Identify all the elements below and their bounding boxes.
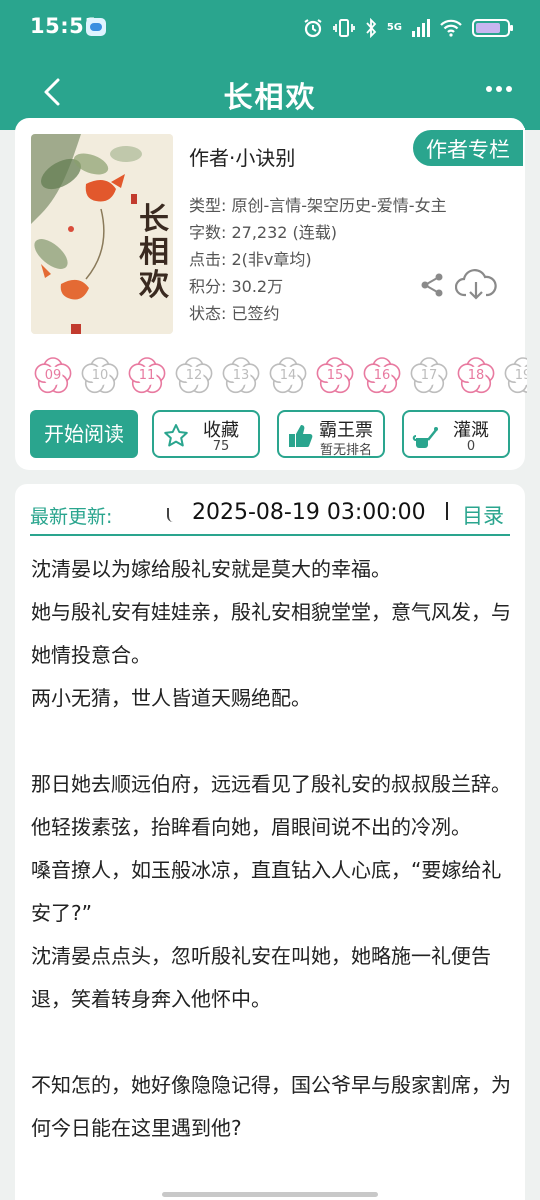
watering-can-icon: [412, 427, 438, 448]
star-icon: [164, 424, 188, 447]
alarm-icon: [304, 19, 322, 38]
book-cover[interactable]: 长 相 欢: [31, 134, 173, 334]
flower-14: 14: [268, 356, 308, 396]
home-indicator[interactable]: [162, 1192, 378, 1197]
flower-number: 13: [232, 368, 250, 383]
flower-rating-strip: 09 10 11 12 13 14 15 16 17 18 19: [33, 356, 527, 396]
latest-update-date: 2025-08-19 03:00:00: [192, 500, 426, 525]
svg-text:欢: 欢: [138, 268, 170, 303]
vibrate-icon: [332, 19, 355, 37]
cover-artwork: 长 相 欢: [31, 134, 173, 334]
flower-number: 16: [373, 368, 391, 383]
ticket-rank: 暂无排名: [319, 443, 372, 458]
flower-number: 12: [185, 368, 203, 383]
clock-tick-icon: [167, 508, 173, 522]
flower-16: 16: [362, 356, 402, 396]
flower-18: 18: [456, 356, 496, 396]
signal-icon: [412, 19, 430, 37]
flower-10: 10: [80, 356, 120, 396]
book-meta: 类型: 原创-言情-架空历史-爱情-女主 字数: 27,232 (连载) 点击:…: [189, 192, 447, 327]
status-icons: 5G: [303, 16, 513, 40]
page-title: 长相欢: [223, 80, 317, 114]
status-bar: 15:51 5G: [0, 0, 540, 56]
meta-word-count: 字数: 27,232 (连载): [189, 223, 338, 242]
paragraph: 两小无猜，世人皆道天赐绝配。: [31, 686, 311, 710]
water-button[interactable]: 灌溉 0: [402, 410, 510, 458]
flower-15: 15: [315, 356, 355, 396]
latest-update-row: 最新更新: 2025-08-19 03:00:00 目录: [30, 496, 510, 536]
chapter-content-card: 最新更新: 2025-08-19 03:00:00 目录 沈清晏以为嫁给殷礼安就…: [15, 484, 525, 1200]
start-reading-button[interactable]: 开始阅读: [30, 410, 138, 458]
divider: [446, 502, 448, 520]
paragraph: 沈清晏以为嫁给殷礼安就是莫大的幸福。: [31, 557, 391, 581]
paragraph: 沈清晏点点头，忽听殷礼安在叫她，她略施一礼便告退，笑着转身奔入他怀中。: [31, 944, 491, 1011]
latest-update-label: 最新更新:: [30, 506, 113, 528]
book-info-card: 长 相 欢 作者·小诀别 作者专栏 类型: 原创-言情-架空历史-爱情-女主 字…: [15, 118, 527, 470]
flower-number: 17: [420, 368, 438, 383]
wifi-icon: [440, 19, 462, 37]
share-button[interactable]: [419, 272, 445, 298]
flower-11: 11: [127, 356, 167, 396]
flower-19: 19: [503, 356, 527, 396]
battery-icon: [472, 19, 513, 37]
meta-status: 状态: 已签约: [189, 304, 280, 323]
flower-number: 10: [91, 368, 109, 383]
flower-09: 09: [33, 356, 73, 396]
meta-score: 积分: 30.2万: [189, 277, 284, 296]
thumbs-up-icon: [289, 425, 313, 447]
flower-number: 18: [467, 368, 485, 383]
svg-text:相: 相: [139, 235, 169, 270]
paragraph: 她与殷礼安有娃娃亲，殷礼安相貌堂堂，意气风发，与她情投意合。: [31, 600, 511, 667]
more-dots-icon: [486, 86, 492, 92]
more-button[interactable]: [486, 86, 512, 92]
favorite-button[interactable]: 收藏 75: [152, 410, 260, 458]
meta-genre: 类型: 原创-言情-架空历史-爱情-女主: [189, 196, 447, 215]
action-bar: 开始阅读 收藏 75 霸王票 暂无排名 灌溉 0: [30, 410, 510, 458]
flower-12: 12: [174, 356, 214, 396]
ticket-button[interactable]: 霸王票 暂无排名: [277, 410, 385, 458]
bluetooth-icon: [366, 18, 377, 38]
flower-13: 13: [221, 356, 261, 396]
favorite-count: 75: [212, 439, 230, 454]
author-name[interactable]: 作者·小诀别: [189, 142, 295, 171]
table-of-contents-link[interactable]: 目录: [462, 500, 504, 530]
author-column-button[interactable]: 作者专栏: [411, 128, 525, 168]
meta-clicks: 点击: 2(非v章均): [189, 250, 312, 269]
flower-17: 17: [409, 356, 449, 396]
cover-title-text: 长: [139, 202, 169, 237]
paragraph: 那日她去顺远伯府，远远看见了殷礼安的叔叔殷兰辞。他轻拨素弦，抬眸看向她，眉眼间说…: [31, 772, 511, 839]
paragraph: 不知怎的，她好像隐隐记得，国公爷早与殷家割席，为何今日能在这里遇到他?: [31, 1073, 511, 1140]
flower-number: 19: [514, 368, 527, 383]
flower-number: 11: [138, 368, 156, 383]
paragraph: 嗓音撩人，如玉般冰凉，直直钻入人心底，“要嫁给礼安了?”: [31, 858, 502, 925]
network-label: 5G: [386, 22, 402, 33]
share-icon: [421, 273, 443, 297]
flower-number: 14: [279, 368, 297, 383]
water-count: 0: [466, 439, 476, 454]
cloud-download-icon: [454, 269, 497, 300]
synopsis-text: 沈清晏以为嫁给殷礼安就是莫大的幸福。 她与殷礼安有娃娃亲，殷礼安相貌堂堂，意气风…: [31, 548, 513, 1150]
message-app-icon: [86, 18, 106, 36]
download-button[interactable]: [454, 268, 497, 302]
flower-number: 09: [44, 368, 62, 383]
flower-number: 15: [326, 368, 344, 383]
